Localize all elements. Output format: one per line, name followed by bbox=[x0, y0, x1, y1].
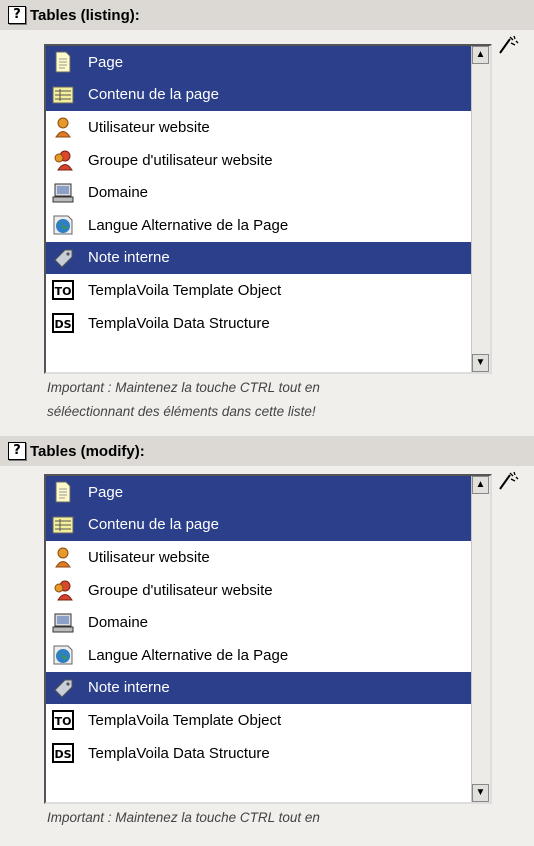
list-item[interactable]: Langue Alternative de la Page bbox=[46, 209, 472, 242]
list-item-label: TemplaVoila Template Object bbox=[88, 281, 282, 299]
list-item[interactable]: DS TemplaVoila Data Structure bbox=[46, 737, 472, 770]
list-item-label: TemplaVoila Template Object bbox=[88, 711, 282, 729]
ds-icon: DS bbox=[52, 312, 74, 334]
content-icon bbox=[52, 514, 74, 536]
list-item[interactable]: Utilisateur website bbox=[46, 541, 472, 574]
list-item-label: Utilisateur website bbox=[88, 548, 210, 566]
list-item-label: Groupe d'utilisateur website bbox=[88, 151, 273, 169]
help-icon[interactable]: ? bbox=[8, 6, 26, 24]
list-item-label: TemplaVoila Data Structure bbox=[88, 314, 270, 332]
list-item-label: Page bbox=[88, 483, 124, 501]
usergroup-icon bbox=[52, 579, 74, 601]
list-item[interactable]: Domaine bbox=[46, 176, 472, 209]
note-icon bbox=[52, 247, 74, 269]
to-icon: TO bbox=[52, 279, 74, 301]
list-item[interactable]: Note interne bbox=[46, 241, 472, 275]
section-title: Tables (modify): bbox=[30, 442, 145, 460]
note-icon bbox=[52, 677, 74, 699]
list-item-label: Page bbox=[88, 53, 124, 71]
section-body: Page Contenu de la page Utilisateur websit… bbox=[0, 30, 534, 374]
user-icon bbox=[52, 546, 74, 568]
list-item[interactable]: TO TemplaVoila Template Object bbox=[46, 274, 472, 307]
list-item[interactable]: Groupe d'utilisateur website bbox=[46, 574, 472, 607]
list-item[interactable]: TO TemplaVoila Template Object bbox=[46, 704, 472, 737]
scrollbar[interactable]: ▲ ▼ bbox=[471, 476, 490, 802]
note-line: Important : Maintenez la touche CTRL tou… bbox=[47, 380, 320, 395]
to-icon: TO bbox=[52, 709, 74, 731]
ds-icon: DS bbox=[52, 742, 74, 764]
list-item[interactable]: Domaine bbox=[46, 606, 472, 639]
language-icon bbox=[52, 644, 74, 666]
list-item[interactable]: Utilisateur website bbox=[46, 111, 472, 144]
list-item[interactable]: Page bbox=[46, 46, 472, 79]
list-item-label: Note interne bbox=[88, 249, 170, 267]
wizard-wand-icon[interactable] bbox=[497, 34, 519, 56]
list-item-label: TemplaVoila Data Structure bbox=[88, 744, 270, 762]
wizard-wand-icon[interactable] bbox=[497, 470, 519, 492]
help-icon[interactable]: ? bbox=[8, 442, 26, 460]
language-icon bbox=[52, 214, 74, 236]
scrollbar[interactable]: ▲ ▼ bbox=[471, 46, 490, 372]
icon-text: DS bbox=[54, 318, 71, 331]
section-header: ? Tables (listing): bbox=[0, 0, 534, 30]
note-line: Important : Maintenez la touche CTRL tou… bbox=[47, 810, 320, 825]
domain-icon bbox=[52, 612, 74, 634]
tables-modify-select[interactable]: Page Contenu de la page Utilisateur websit… bbox=[44, 474, 492, 804]
section-header: ? Tables (modify): bbox=[0, 436, 534, 466]
list-item[interactable]: Page bbox=[46, 476, 472, 509]
scroll-up-button[interactable]: ▲ bbox=[472, 46, 489, 64]
important-note: Important : Maintenez la touche CTRL tou… bbox=[0, 372, 534, 436]
important-note: Important : Maintenez la touche CTRL tou… bbox=[0, 806, 534, 836]
section-tables-modify: ? Tables (modify): Page Contenu de la pag… bbox=[0, 436, 534, 836]
list-item-label: Domaine bbox=[88, 184, 149, 202]
section-title: Tables (listing): bbox=[30, 6, 140, 24]
note-line: séléectionnant des éléments dans cette l… bbox=[47, 404, 316, 419]
list-item-label: Domaine bbox=[88, 614, 149, 632]
section-tables-listing: ? Tables (listing): Page Contenu de la pa… bbox=[0, 0, 534, 436]
domain-icon bbox=[52, 182, 74, 204]
page-icon bbox=[52, 481, 74, 503]
scroll-up-button[interactable]: ▲ bbox=[472, 476, 489, 494]
section-body: Page Contenu de la page Utilisateur websit… bbox=[0, 466, 534, 806]
usergroup-icon bbox=[52, 149, 74, 171]
user-icon bbox=[52, 116, 74, 138]
page-icon bbox=[52, 51, 74, 73]
list-item[interactable]: Note interne bbox=[46, 671, 472, 705]
icon-text: TO bbox=[55, 715, 72, 728]
content-icon bbox=[52, 84, 74, 106]
list-item-label: Contenu de la page bbox=[88, 86, 219, 104]
list-item[interactable]: Groupe d'utilisateur website bbox=[46, 144, 472, 177]
list-item-label: Langue Alternative de la Page bbox=[88, 216, 289, 234]
list-item[interactable]: DS TemplaVoila Data Structure bbox=[46, 307, 472, 340]
icon-text: DS bbox=[54, 748, 71, 761]
list-item-label: Note interne bbox=[88, 679, 170, 697]
scroll-down-button[interactable]: ▼ bbox=[472, 784, 489, 802]
list-item-label: Langue Alternative de la Page bbox=[88, 646, 289, 664]
list-item-label: Contenu de la page bbox=[88, 516, 219, 534]
scroll-down-button[interactable]: ▼ bbox=[472, 354, 489, 372]
list-item-label: Groupe d'utilisateur website bbox=[88, 581, 273, 599]
list-item[interactable]: Langue Alternative de la Page bbox=[46, 639, 472, 672]
icon-text: TO bbox=[55, 285, 72, 298]
list-item[interactable]: Contenu de la page bbox=[46, 508, 472, 542]
tables-listing-select[interactable]: Page Contenu de la page Utilisateur websit… bbox=[44, 44, 492, 374]
list-item-label: Utilisateur website bbox=[88, 118, 210, 136]
list-item[interactable]: Contenu de la page bbox=[46, 78, 472, 112]
